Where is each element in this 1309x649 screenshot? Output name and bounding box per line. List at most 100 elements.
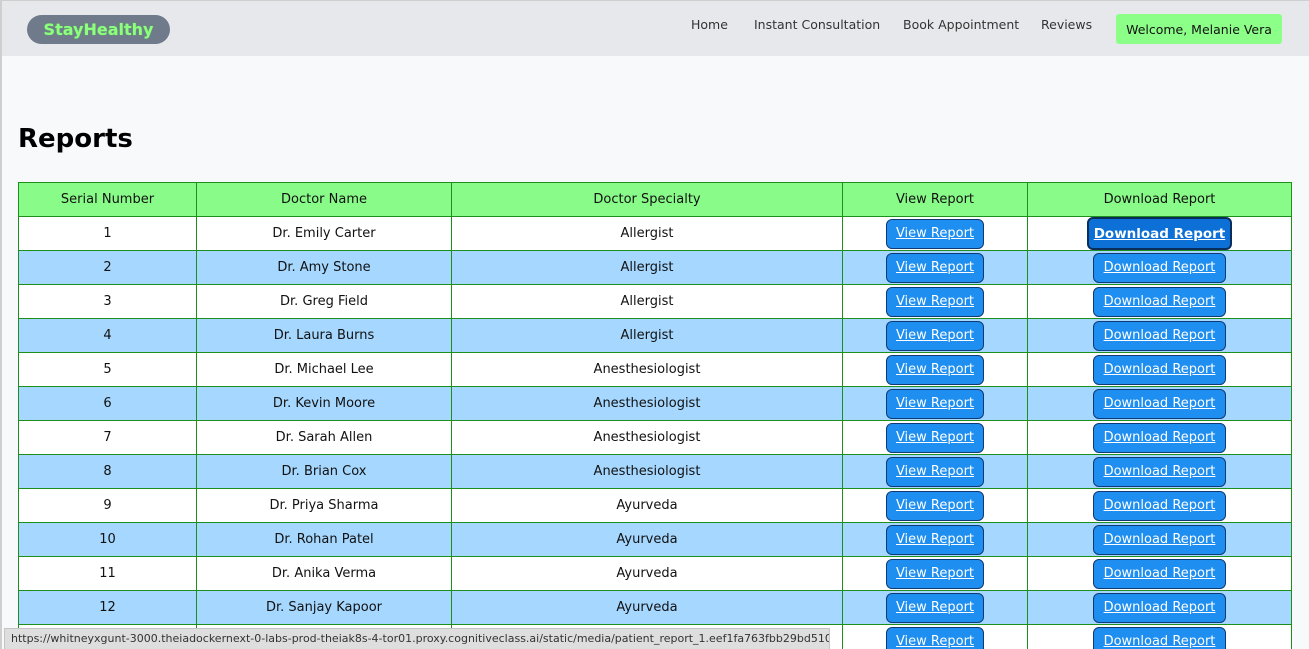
view-report-button[interactable]: View Report xyxy=(886,558,984,589)
cell-view-report: View Report xyxy=(842,590,1028,625)
table-row: 7 Dr. Sarah Allen Anesthesiologist View Rep… xyxy=(18,420,1292,455)
cell-download-report: Download Report xyxy=(1027,250,1292,285)
cell-download-report: Download Report xyxy=(1027,318,1292,353)
download-report-button[interactable]: Download Report xyxy=(1093,490,1226,521)
header-download-report: Download Report xyxy=(1027,182,1292,217)
cell-view-report: View Report xyxy=(842,556,1028,591)
cell-doctor-name: Dr. Sarah Allen xyxy=(196,420,452,455)
view-report-button[interactable]: View Report xyxy=(886,456,984,487)
status-bar-url: https://whitneyxgunt-3000.theiadockernex… xyxy=(4,628,830,649)
cell-serial-number: 11 xyxy=(18,556,197,591)
cell-doctor-specialty: Ayurveda xyxy=(451,556,843,591)
cell-download-report: Download Report xyxy=(1027,556,1292,591)
header-serial-number: Serial Number xyxy=(18,182,197,217)
download-report-button[interactable]: Download Report xyxy=(1093,252,1226,283)
cell-serial-number: 1 xyxy=(18,216,197,251)
cell-download-report: Download Report xyxy=(1027,352,1292,387)
cell-view-report: View Report xyxy=(842,420,1028,455)
view-report-button[interactable]: View Report xyxy=(886,626,984,649)
cell-download-report: Download Report xyxy=(1027,488,1292,523)
cell-doctor-specialty: Anesthesiologist xyxy=(451,454,843,489)
cell-doctor-specialty: Allergist xyxy=(451,318,843,353)
cell-serial-number: 8 xyxy=(18,454,197,489)
cell-serial-number: 3 xyxy=(18,284,197,319)
view-report-button[interactable]: View Report xyxy=(886,286,984,317)
cell-download-report: Download Report xyxy=(1027,216,1292,251)
view-report-button[interactable]: View Report xyxy=(886,218,984,249)
cell-doctor-name: Dr. Amy Stone xyxy=(196,250,452,285)
cell-download-report: Download Report xyxy=(1027,522,1292,557)
view-report-button[interactable]: View Report xyxy=(886,592,984,623)
cell-serial-number: 7 xyxy=(18,420,197,455)
cell-view-report: View Report xyxy=(842,624,1028,649)
nav-book-appointment[interactable]: Book Appointment xyxy=(903,17,1019,32)
table-header-row: Serial Number Doctor Name Doctor Special… xyxy=(18,182,1292,217)
cell-doctor-name: Dr. Kevin Moore xyxy=(196,386,452,421)
welcome-badge[interactable]: Welcome, Melanie Vera xyxy=(1116,14,1282,44)
download-report-button[interactable]: Download Report xyxy=(1093,422,1226,453)
cell-doctor-specialty: Allergist xyxy=(451,216,843,251)
download-report-button[interactable]: Download Report xyxy=(1093,388,1226,419)
table-row: 1 Dr. Emily Carter Allergist View Report Dow… xyxy=(18,216,1292,251)
cell-download-report: Download Report xyxy=(1027,454,1292,489)
table-row: 4 Dr. Laura Burns Allergist View Report Down… xyxy=(18,318,1292,353)
cell-view-report: View Report xyxy=(842,488,1028,523)
cell-doctor-specialty: Allergist xyxy=(451,284,843,319)
cell-serial-number: 9 xyxy=(18,488,197,523)
cell-serial-number: 2 xyxy=(18,250,197,285)
cell-serial-number: 5 xyxy=(18,352,197,387)
cell-doctor-name: Dr. Brian Cox xyxy=(196,454,452,489)
table-row: 2 Dr. Amy Stone Allergist View Report Downlo… xyxy=(18,250,1292,285)
table-row: 10 Dr. Rohan Patel Ayurveda View Report Down… xyxy=(18,522,1292,557)
table-row: 3 Dr. Greg Field Allergist View Report Downl… xyxy=(18,284,1292,319)
cell-view-report: View Report xyxy=(842,454,1028,489)
view-report-button[interactable]: View Report xyxy=(886,490,984,521)
cell-serial-number: 12 xyxy=(18,590,197,625)
cell-download-report: Download Report xyxy=(1027,284,1292,319)
cell-view-report: View Report xyxy=(842,318,1028,353)
download-report-button[interactable]: Download Report xyxy=(1093,524,1226,555)
cell-doctor-name: Dr. Rohan Patel xyxy=(196,522,452,557)
table-row: 9 Dr. Priya Sharma Ayurveda View Report Down… xyxy=(18,488,1292,523)
cell-download-report: Download Report xyxy=(1027,386,1292,421)
download-report-button[interactable]: Download Report xyxy=(1093,456,1226,487)
view-report-button[interactable]: View Report xyxy=(886,422,984,453)
cell-doctor-specialty: Anesthesiologist xyxy=(451,420,843,455)
download-report-button[interactable]: Download Report xyxy=(1093,592,1226,623)
cell-doctor-name: Dr. Laura Burns xyxy=(196,318,452,353)
cell-doctor-name: Dr. Sanjay Kapoor xyxy=(196,590,452,625)
header-view-report: View Report xyxy=(842,182,1028,217)
cell-serial-number: 4 xyxy=(18,318,197,353)
cell-view-report: View Report xyxy=(842,386,1028,421)
download-report-button[interactable]: Download Report xyxy=(1093,626,1226,649)
cell-doctor-name: Dr. Emily Carter xyxy=(196,216,452,251)
nav-reviews[interactable]: Reviews xyxy=(1041,17,1092,32)
download-report-button[interactable]: Download Report xyxy=(1093,558,1226,589)
nav-home[interactable]: Home xyxy=(691,17,728,32)
cell-doctor-specialty: Ayurveda xyxy=(451,522,843,557)
cell-view-report: View Report xyxy=(842,352,1028,387)
cell-doctor-name: Dr. Michael Lee xyxy=(196,352,452,387)
download-report-button[interactable]: Download Report xyxy=(1093,286,1226,317)
view-report-button[interactable]: View Report xyxy=(886,252,984,283)
view-report-button[interactable]: View Report xyxy=(886,354,984,385)
cell-view-report: View Report xyxy=(842,284,1028,319)
download-report-button[interactable]: Download Report xyxy=(1093,354,1226,385)
cell-download-report: Download Report xyxy=(1027,420,1292,455)
download-report-button[interactable]: Download Report xyxy=(1093,320,1226,351)
view-report-button[interactable]: View Report xyxy=(886,320,984,351)
table-row: 12 Dr. Sanjay Kapoor Ayurveda View Report Do… xyxy=(18,590,1292,625)
download-report-button[interactable]: Download Report xyxy=(1087,217,1232,250)
logo[interactable]: StayHealthy xyxy=(27,15,170,44)
nav-instant-consultation[interactable]: Instant Consultation xyxy=(754,17,880,32)
cell-doctor-name: Dr. Greg Field xyxy=(196,284,452,319)
cell-view-report: View Report xyxy=(842,216,1028,251)
reports-table: Serial Number Doctor Name Doctor Special… xyxy=(18,182,1292,649)
page-title: Reports xyxy=(18,124,133,154)
navbar: StayHealthy Home Instant Consultation Bo… xyxy=(2,0,1309,56)
table-row: 11 Dr. Anika Verma Ayurveda View Report Down… xyxy=(18,556,1292,591)
view-report-button[interactable]: View Report xyxy=(886,524,984,555)
table-row: 6 Dr. Kevin Moore Anesthesiologist View Rep… xyxy=(18,386,1292,421)
view-report-button[interactable]: View Report xyxy=(886,388,984,419)
cell-download-report: Download Report xyxy=(1027,624,1292,649)
